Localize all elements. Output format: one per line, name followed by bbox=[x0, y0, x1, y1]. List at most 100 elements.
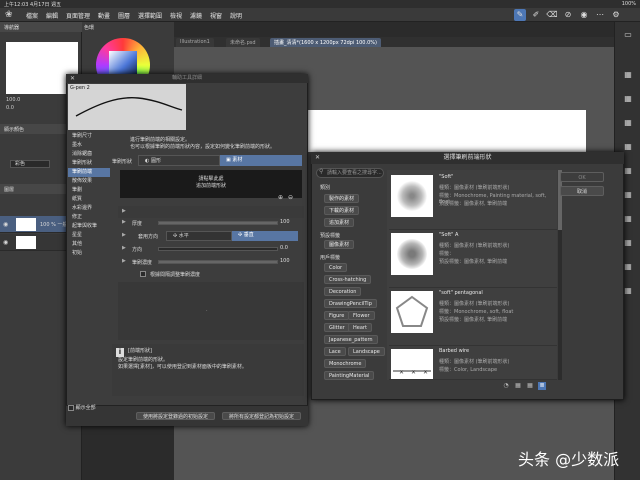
horizontal-option[interactable]: ✣ 水平 bbox=[166, 231, 232, 241]
category-item[interactable]: 起筆與收筆 bbox=[68, 222, 110, 231]
delete-icon[interactable]: ⊖ bbox=[288, 194, 293, 201]
tab-illustration1[interactable]: Illustration1 bbox=[176, 38, 214, 47]
list-view-icon[interactable]: ≣ bbox=[538, 382, 546, 390]
material-panel-icon-5[interactable]: ▦ bbox=[623, 166, 633, 176]
menu-page[interactable]: 頁面管理 bbox=[66, 11, 90, 20]
expand-arrow-icon[interactable]: ▶ bbox=[122, 219, 126, 225]
tag-item[interactable]: Flower bbox=[348, 311, 375, 320]
category-item[interactable]: 紙質 bbox=[68, 195, 110, 204]
tree-item[interactable]: 製作的素材 bbox=[324, 194, 360, 203]
grid-large-icon[interactable]: ▦ bbox=[514, 382, 522, 390]
category-item[interactable]: 筆刷形狀 bbox=[68, 159, 110, 168]
material-panel-icon-4[interactable]: ▦ bbox=[623, 142, 633, 152]
cancel-button[interactable]: 取消 bbox=[560, 186, 604, 196]
brush-icon[interactable]: ✐ bbox=[530, 9, 542, 21]
direction-value[interactable]: 0.0 bbox=[280, 245, 288, 251]
material-panel-icon-8[interactable]: ▦ bbox=[623, 238, 633, 248]
category-item[interactable]: 修正 bbox=[68, 213, 110, 222]
eye-icon[interactable]: ◉ bbox=[578, 9, 590, 21]
category-item[interactable]: 星星 bbox=[68, 231, 110, 240]
material-panel-icon-9[interactable]: ▦ bbox=[623, 262, 633, 272]
show-all-checkbox[interactable] bbox=[68, 404, 74, 411]
category-item[interactable]: 筆劃 bbox=[68, 186, 110, 195]
tab-active-canvas[interactable]: 插畫_清清*(1600 x 1200px 72dpi 100.0%) bbox=[270, 38, 381, 47]
angle-value[interactable]: 0.0 bbox=[6, 105, 14, 111]
close-icon[interactable]: ✕ bbox=[70, 75, 75, 82]
tag-item[interactable]: Lace bbox=[324, 347, 346, 356]
category-item-selected[interactable]: 筆刷前端 bbox=[68, 168, 110, 177]
pen-tool-icon[interactable]: ✎ bbox=[514, 9, 526, 21]
material-panel-icon-7[interactable]: ▦ bbox=[623, 214, 633, 224]
tag-item[interactable]: PaintingMaterial bbox=[324, 371, 375, 380]
tag-item[interactable]: Glitter bbox=[324, 323, 350, 332]
menu-file[interactable]: 檔案 bbox=[26, 11, 38, 20]
ok-button[interactable]: OK bbox=[560, 172, 604, 182]
tag-item[interactable]: Landscape bbox=[348, 347, 385, 356]
tag-item[interactable]: Heart bbox=[348, 323, 372, 332]
material-item[interactable]: "Soft" 種類：圖像素材 (筆刷前端形狀) 標籤：Monochrome, P… bbox=[389, 172, 557, 230]
search-input[interactable]: 請輸入要查看之搜尋字... bbox=[316, 168, 384, 178]
tag-item[interactable]: Color bbox=[324, 263, 348, 272]
density-checkbox[interactable] bbox=[140, 271, 146, 277]
density-value[interactable]: 100 bbox=[280, 258, 290, 264]
thickness-slider[interactable] bbox=[158, 221, 278, 225]
panel-toggle-icon[interactable]: ▭ bbox=[623, 30, 633, 40]
expand-arrow-icon[interactable]: ▶ bbox=[122, 232, 126, 238]
canvas-page[interactable] bbox=[300, 110, 586, 152]
menu-edit[interactable]: 編輯 bbox=[46, 11, 58, 20]
eyedropper-icon[interactable]: ⊘ bbox=[562, 9, 574, 21]
add-tip-shape-area[interactable]: 請點擊此處 追加前端形狀 bbox=[120, 170, 302, 198]
close-icon[interactable]: ✕ bbox=[315, 154, 320, 161]
material-panel-icon-3[interactable]: ▦ bbox=[623, 118, 633, 128]
menu-view[interactable]: 檢視 bbox=[170, 11, 182, 20]
eye-icon[interactable]: ◉ bbox=[3, 221, 8, 228]
material-item[interactable]: "soft" pentagonal 種類：圖像素材 (筆刷前端形狀) 標籤：Mo… bbox=[389, 288, 557, 346]
material-panel-icon-2[interactable]: ▦ bbox=[623, 94, 633, 104]
tag-item[interactable]: DrawingPencilTip bbox=[324, 299, 377, 308]
menu-layer[interactable]: 圖層 bbox=[118, 11, 130, 20]
vertical-option[interactable]: ✣ 垂直 bbox=[232, 231, 298, 241]
thickness-value[interactable]: 100 bbox=[280, 219, 290, 225]
menu-filter[interactable]: 濾鏡 bbox=[190, 11, 202, 20]
register-initial-button[interactable]: 使用將設定登錄過的初始設定 bbox=[136, 412, 216, 420]
expand-arrow-icon[interactable]: ▶ bbox=[122, 245, 126, 251]
tag-item[interactable]: Japanese_pattern bbox=[324, 335, 378, 344]
menu-help[interactable]: 說明 bbox=[230, 11, 242, 20]
expand-arrow-icon[interactable]: ▶ bbox=[122, 208, 126, 214]
category-item[interactable]: 水彩邊界 bbox=[68, 204, 110, 213]
category-item[interactable]: 消除鋸齒 bbox=[68, 150, 110, 159]
eye-icon[interactable]: ◉ bbox=[3, 239, 8, 246]
add-icon[interactable]: ⊕ bbox=[278, 194, 283, 201]
category-item[interactable]: 初始 bbox=[68, 249, 110, 258]
more-icon[interactable]: ⋯ bbox=[594, 9, 606, 21]
thumbnail-size-icon[interactable]: ◔ bbox=[502, 382, 510, 390]
tab-psd[interactable]: 未命名.psd bbox=[226, 38, 260, 47]
reset-all-initial-button[interactable]: 將所有設定都登記為初始設定 bbox=[222, 412, 302, 420]
material-panel-icon-10[interactable]: ▦ bbox=[623, 286, 633, 296]
expand-arrow-icon[interactable]: ▶ bbox=[122, 258, 126, 264]
shape-material-option[interactable]: ▣ 素材 bbox=[220, 155, 302, 166]
category-item[interactable]: 其他 bbox=[68, 240, 110, 249]
shape-circle-option[interactable]: ◐ 圓形 bbox=[138, 155, 220, 166]
grid-small-icon[interactable]: ▦ bbox=[526, 382, 534, 390]
clip-studio-icon[interactable]: ❀ bbox=[5, 10, 15, 20]
tag-item[interactable]: Decoration bbox=[324, 287, 362, 296]
tag-item[interactable]: Monochrome bbox=[324, 359, 367, 368]
material-panel-icon[interactable]: ▦ bbox=[623, 70, 633, 80]
category-item[interactable]: 筆刷尺寸 bbox=[68, 132, 110, 141]
menu-window[interactable]: 視窗 bbox=[210, 11, 222, 20]
direction-slider[interactable] bbox=[158, 247, 278, 251]
eraser-icon[interactable]: ⌫ bbox=[546, 9, 558, 21]
material-panel-icon-6[interactable]: ▦ bbox=[623, 190, 633, 200]
material-item[interactable]: ✕ ✕ ✕ Barbed wire 種類：圖像素材 (筆刷前端形狀) 標籤：Colo… bbox=[389, 346, 557, 380]
color-mode-select[interactable]: 彩色 bbox=[10, 160, 50, 168]
category-item[interactable]: 散佈效果 bbox=[68, 177, 110, 186]
tag-item[interactable]: Cross-hatching bbox=[324, 275, 372, 284]
tree-item[interactable]: 下載的素材 bbox=[324, 206, 360, 215]
tree-item[interactable]: 圖像素材 bbox=[324, 240, 355, 249]
zoom-value[interactable]: 100.0 bbox=[6, 97, 20, 103]
menu-animation[interactable]: 動畫 bbox=[98, 11, 110, 20]
menu-selection[interactable]: 選擇範圍 bbox=[138, 11, 162, 20]
tag-item[interactable]: Figure bbox=[324, 311, 350, 320]
settings-icon[interactable]: ⚙ bbox=[610, 9, 622, 21]
